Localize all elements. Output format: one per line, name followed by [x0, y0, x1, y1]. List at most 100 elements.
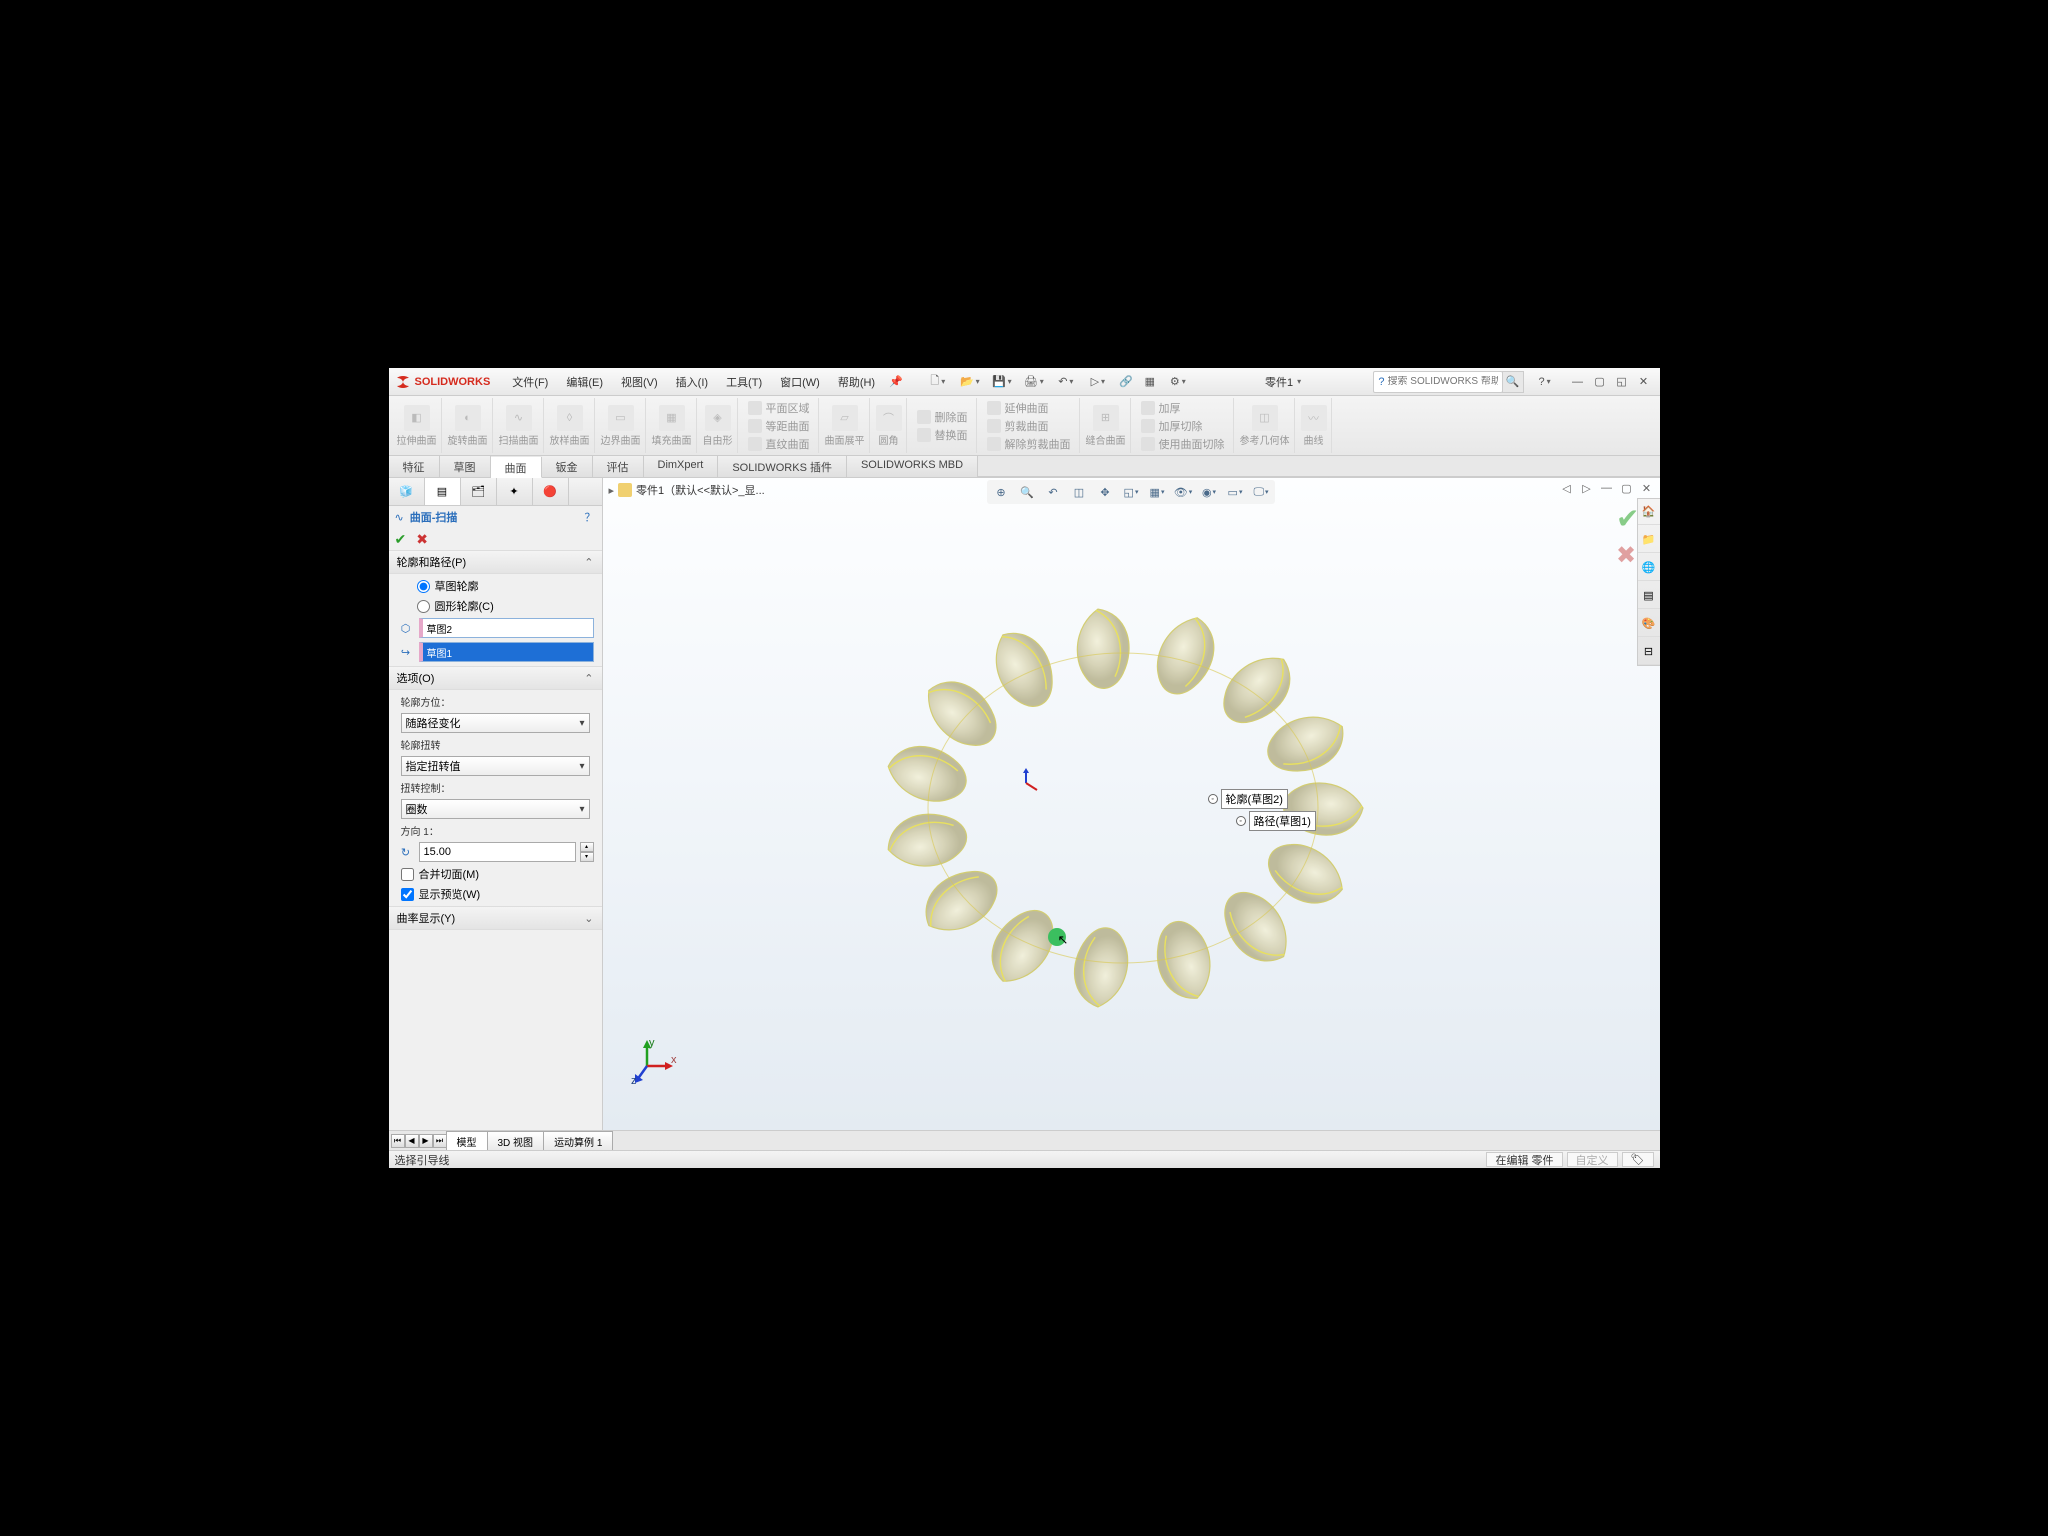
settings-button[interactable]: ⚙ — [1163, 371, 1193, 393]
select-button[interactable]: ▷ — [1083, 371, 1113, 393]
twist-select[interactable]: 指定扭转值 — [401, 756, 590, 776]
new-button[interactable]: 🗋 — [923, 371, 953, 393]
gfx-minimize-button[interactable]: — — [1598, 480, 1616, 496]
profile-handle-icon[interactable]: ◦ — [1208, 794, 1218, 804]
restore-button[interactable]: ▢ — [1590, 372, 1610, 392]
tab-nav-last[interactable]: ⏭ — [433, 1134, 447, 1148]
pm-ok-button[interactable]: ✔ — [395, 531, 407, 548]
path-callout[interactable]: 路径(草图1) — [1249, 811, 1316, 831]
menu-file[interactable]: 文件(F) — [504, 370, 556, 394]
gfx-maximize-button[interactable]: ▢ — [1618, 480, 1636, 496]
path-handle-icon[interactable]: ◦ — [1236, 816, 1246, 826]
radio-sketch-profile[interactable] — [417, 580, 430, 593]
gfx-back-button[interactable]: ◁ — [1558, 480, 1576, 496]
path-field[interactable]: 草图1 — [419, 642, 594, 662]
view-triad-icon[interactable]: x y z — [627, 1036, 677, 1086]
tp-resources[interactable]: 📁 — [1638, 527, 1660, 553]
menu-window[interactable]: 窗口(W) — [772, 370, 828, 394]
tab-nav-first[interactable]: ⏮ — [391, 1134, 405, 1148]
tp-home[interactable]: 🏠 — [1638, 499, 1660, 525]
bottom-tab-3dview[interactable]: 3D 视图 — [487, 1131, 545, 1151]
zoom-area-button[interactable]: 🔍 — [1015, 482, 1039, 502]
preview-checkbox[interactable] — [401, 888, 414, 901]
direction-value-input[interactable] — [419, 842, 576, 862]
save-button[interactable]: 💾 — [987, 371, 1017, 393]
minimize-button[interactable]: — — [1568, 372, 1588, 392]
section-view-button[interactable]: ◫ — [1067, 482, 1091, 502]
rb-boundary-surface[interactable]: ▭边界曲面 — [597, 398, 646, 453]
twist-control-select[interactable]: 圈数 — [401, 799, 590, 819]
help-dropdown[interactable]: ? — [1530, 371, 1560, 393]
rebuild-button[interactable]: 🔗 — [1115, 371, 1137, 393]
open-button[interactable]: 📂 — [955, 371, 985, 393]
radio-circle-profile[interactable] — [417, 600, 430, 613]
undo-button[interactable]: ↶ — [1051, 371, 1081, 393]
bottom-tab-model[interactable]: 模型 — [446, 1131, 488, 1151]
pm-cancel-button[interactable]: ✖ — [416, 531, 428, 548]
display-style-button[interactable]: ▦ — [1145, 482, 1169, 502]
tab-nav-prev[interactable]: ◀ — [405, 1134, 419, 1148]
scene-button[interactable]: ▭ — [1223, 482, 1247, 502]
status-edit-mode[interactable]: 在编辑 零件 — [1486, 1152, 1562, 1167]
menu-tools[interactable]: 工具(T) — [718, 370, 770, 394]
menu-insert[interactable]: 插入(I) — [668, 370, 716, 394]
profile-callout[interactable]: 轮廓(草图2) — [1221, 789, 1288, 809]
rb-sweep-surface[interactable]: ∿扫描曲面 — [495, 398, 544, 453]
pm-section-curvature[interactable]: 曲率显示(Y)⌄ — [389, 906, 602, 930]
spin-up[interactable]: ▴ — [580, 842, 594, 852]
rb-revolve-surface[interactable]: ◐旋转曲面 — [444, 398, 493, 453]
tp-library[interactable]: 🌐 — [1638, 555, 1660, 581]
rb-flatten[interactable]: ▱曲面展平 — [821, 398, 870, 453]
tab-features[interactable]: 特征 — [389, 456, 440, 477]
view-settings-button[interactable]: 🖵 — [1249, 482, 1273, 502]
tab-evaluate[interactable]: 评估 — [593, 456, 644, 477]
options-icon-button[interactable]: ▦ — [1139, 371, 1161, 393]
tab-dimxpert[interactable]: DimXpert — [644, 456, 719, 477]
tp-view-palette[interactable]: ▤ — [1638, 583, 1660, 609]
pm-tab-config[interactable]: 🗂 — [461, 478, 497, 505]
profile-field[interactable]: 草图2 — [419, 618, 594, 638]
pm-tab-dimxpert[interactable]: ✦ — [497, 478, 533, 505]
close-button[interactable]: ✕ — [1634, 372, 1654, 392]
menu-edit[interactable]: 编辑(E) — [558, 370, 611, 394]
document-name[interactable]: 零件1 — [1265, 374, 1301, 390]
zoom-fit-button[interactable]: ⊕ — [989, 482, 1013, 502]
tab-sheetmetal[interactable]: 钣金 — [542, 456, 593, 477]
gfx-close-button[interactable]: ✕ — [1638, 480, 1656, 496]
menu-view[interactable]: 视图(V) — [613, 370, 666, 394]
pm-tab-property[interactable]: ▤ — [425, 478, 461, 505]
rb-freeform[interactable]: ◈自由形 — [699, 398, 738, 453]
prev-view-button[interactable]: ↶ — [1041, 482, 1065, 502]
search-button[interactable]: 🔍 — [1502, 371, 1524, 393]
pm-tab-display[interactable]: 🔴 — [533, 478, 569, 505]
tp-appearances[interactable]: 🎨 — [1638, 611, 1660, 637]
spin-down[interactable]: ▾ — [580, 852, 594, 862]
breadcrumb[interactable]: ▸ 零件1（默认<<默认>_显... — [609, 482, 765, 498]
graphics-area[interactable]: ▸ 零件1（默认<<默认>_显... ⊕ 🔍 ↶ ◫ ✥ ◱ ▦ 👁 ◉ ▭ 🖵… — [603, 478, 1660, 1130]
rb-loft-surface[interactable]: ◊放样曲面 — [546, 398, 595, 453]
orientation-select[interactable]: 随路径变化 — [401, 713, 590, 733]
status-tags-icon[interactable]: 🏷 — [1622, 1152, 1654, 1167]
dynamic-view-button[interactable]: ✥ — [1093, 482, 1117, 502]
rb-knit[interactable]: ⊞缝合曲面 — [1082, 398, 1131, 453]
pm-section-options[interactable]: 选项(O)⌃ — [389, 666, 602, 690]
tab-sketch[interactable]: 草图 — [440, 456, 491, 477]
rb-curves[interactable]: 〰曲线 — [1297, 398, 1332, 453]
tab-nav-next[interactable]: ▶ — [419, 1134, 433, 1148]
status-custom[interactable]: 自定义 — [1567, 1152, 1618, 1167]
tp-custom[interactable]: ⊟ — [1638, 639, 1660, 665]
print-button[interactable]: 🖨 — [1019, 371, 1049, 393]
pin-icon[interactable]: 📌 — [889, 375, 903, 388]
maximize-button[interactable]: ◱ — [1612, 372, 1632, 392]
search-input[interactable] — [1388, 376, 1498, 387]
merge-checkbox[interactable] — [401, 868, 414, 881]
pm-help-icon[interactable]: ？ — [585, 509, 596, 525]
hide-show-button[interactable]: 👁 — [1171, 482, 1195, 502]
view-orientation-button[interactable]: ◱ — [1119, 482, 1143, 502]
appearance-button[interactable]: ◉ — [1197, 482, 1221, 502]
rb-fillet[interactable]: ⌒圆角 — [872, 398, 907, 453]
rb-extrude-surface[interactable]: ◧拉伸曲面 — [393, 398, 442, 453]
bottom-tab-motion[interactable]: 运动算例 1 — [543, 1131, 613, 1151]
search-box[interactable]: ? — [1373, 371, 1502, 393]
menu-help[interactable]: 帮助(H) — [830, 370, 883, 394]
